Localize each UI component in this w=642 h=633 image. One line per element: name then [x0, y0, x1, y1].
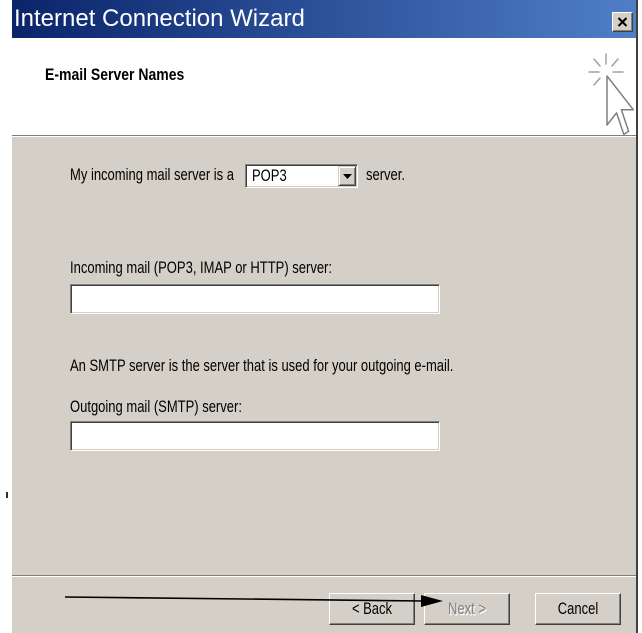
outgoing-server-input[interactable]	[70, 421, 440, 451]
back-button[interactable]: < Back	[329, 593, 415, 625]
close-icon	[617, 17, 628, 27]
server-type-selected-value: POP3	[252, 166, 287, 185]
outgoing-server-label: Outgoing mail (SMTP) server:	[70, 397, 242, 416]
next-button[interactable]: Next >	[424, 593, 510, 625]
back-button-label: < Back	[351, 599, 393, 618]
server-type-dropdown-button[interactable]	[338, 166, 356, 186]
wizard-header: E-mail Server Names	[12, 38, 636, 136]
smtp-note-text: An SMTP server is the server that is use…	[70, 356, 454, 375]
stray-mark	[6, 492, 8, 498]
page-title: E-mail Server Names	[45, 64, 185, 84]
button-bar-separator-highlight	[12, 576, 636, 577]
incoming-server-label: Incoming mail (POP3, IMAP or HTTP) serve…	[70, 258, 332, 277]
close-button[interactable]	[612, 12, 633, 32]
title-bar[interactable]: Internet Connection Wizard	[12, 0, 636, 38]
screen: Internet Connection Wizard E-mail Server…	[0, 0, 642, 633]
server-type-dropdown[interactable]: POP3	[245, 164, 358, 188]
next-button-label: Next >	[448, 599, 486, 618]
cancel-button-label: Cancel	[557, 599, 599, 618]
header-separator-highlight	[12, 136, 636, 137]
wizard-dialog: Internet Connection Wizard E-mail Server…	[12, 0, 638, 633]
chevron-down-icon	[342, 173, 352, 179]
wizard-cursor-sparkle-icon	[588, 53, 634, 136]
window-title: Internet Connection Wizard	[14, 5, 305, 32]
server-type-prefix-label: My incoming mail server is a	[70, 165, 234, 184]
server-type-suffix-label: server.	[366, 165, 406, 184]
incoming-server-input[interactable]	[70, 284, 440, 314]
cancel-button[interactable]: Cancel	[535, 593, 621, 625]
